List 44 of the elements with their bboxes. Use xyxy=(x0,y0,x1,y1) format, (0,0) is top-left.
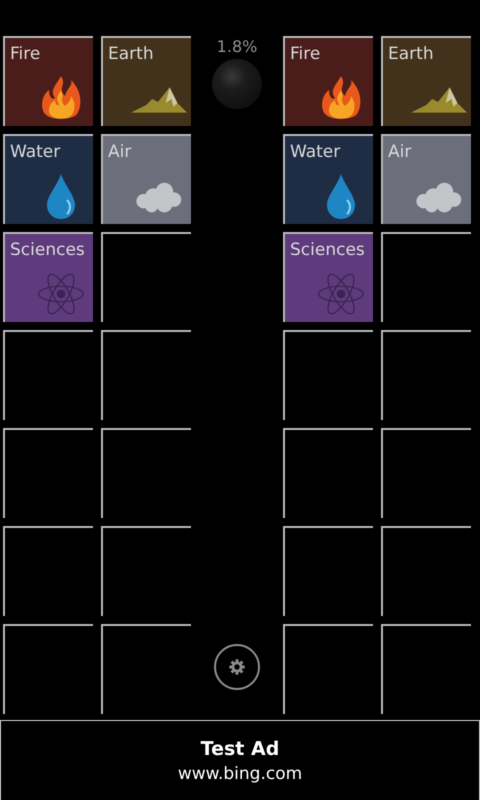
empty-slot[interactable] xyxy=(283,428,373,518)
tile-label: Sciences xyxy=(290,240,365,260)
ad-banner[interactable]: Test Ad www.bing.com xyxy=(0,720,480,800)
element-tile[interactable]: Fire xyxy=(3,36,93,126)
element-tile[interactable]: Sciences xyxy=(3,232,93,322)
empty-slot[interactable] xyxy=(381,624,471,714)
element-tile[interactable]: Water xyxy=(283,134,373,224)
empty-slot[interactable] xyxy=(3,428,93,518)
tile-label: Earth xyxy=(388,44,434,64)
tile-label: Air xyxy=(108,142,132,162)
tile-label: Air xyxy=(388,142,412,162)
empty-slot[interactable] xyxy=(283,526,373,616)
empty-slot[interactable] xyxy=(283,330,373,420)
tile-label: Fire xyxy=(10,44,40,64)
empty-slot[interactable] xyxy=(101,232,191,322)
empty-slot[interactable] xyxy=(283,624,373,714)
ad-url: www.bing.com xyxy=(178,764,302,784)
element-tile[interactable]: Air xyxy=(381,134,471,224)
element-tile[interactable]: Earth xyxy=(101,36,191,126)
settings-icon xyxy=(228,658,246,676)
element-tile[interactable]: Fire xyxy=(283,36,373,126)
progress-percent: 1.8% xyxy=(216,37,258,56)
empty-slot[interactable] xyxy=(3,624,93,714)
empty-slot[interactable] xyxy=(381,232,471,322)
empty-slot[interactable] xyxy=(101,624,191,714)
tile-label: Earth xyxy=(108,44,154,64)
tile-label: Sciences xyxy=(10,240,85,260)
element-tile[interactable]: Air xyxy=(101,134,191,224)
tile-label: Water xyxy=(290,142,340,162)
settings-button[interactable] xyxy=(214,644,260,690)
tile-label: Fire xyxy=(290,44,320,64)
empty-slot[interactable] xyxy=(101,428,191,518)
element-tile[interactable]: Earth xyxy=(381,36,471,126)
empty-slot[interactable] xyxy=(3,526,93,616)
empty-slot[interactable] xyxy=(381,428,471,518)
tile-label: Water xyxy=(10,142,60,162)
empty-slot[interactable] xyxy=(101,330,191,420)
empty-slot[interactable] xyxy=(101,526,191,616)
ad-title: Test Ad xyxy=(200,738,280,760)
element-tile[interactable]: Sciences xyxy=(283,232,373,322)
empty-slot[interactable] xyxy=(381,330,471,420)
empty-slot[interactable] xyxy=(381,526,471,616)
element-tile[interactable]: Water xyxy=(3,134,93,224)
empty-slot[interactable] xyxy=(3,330,93,420)
